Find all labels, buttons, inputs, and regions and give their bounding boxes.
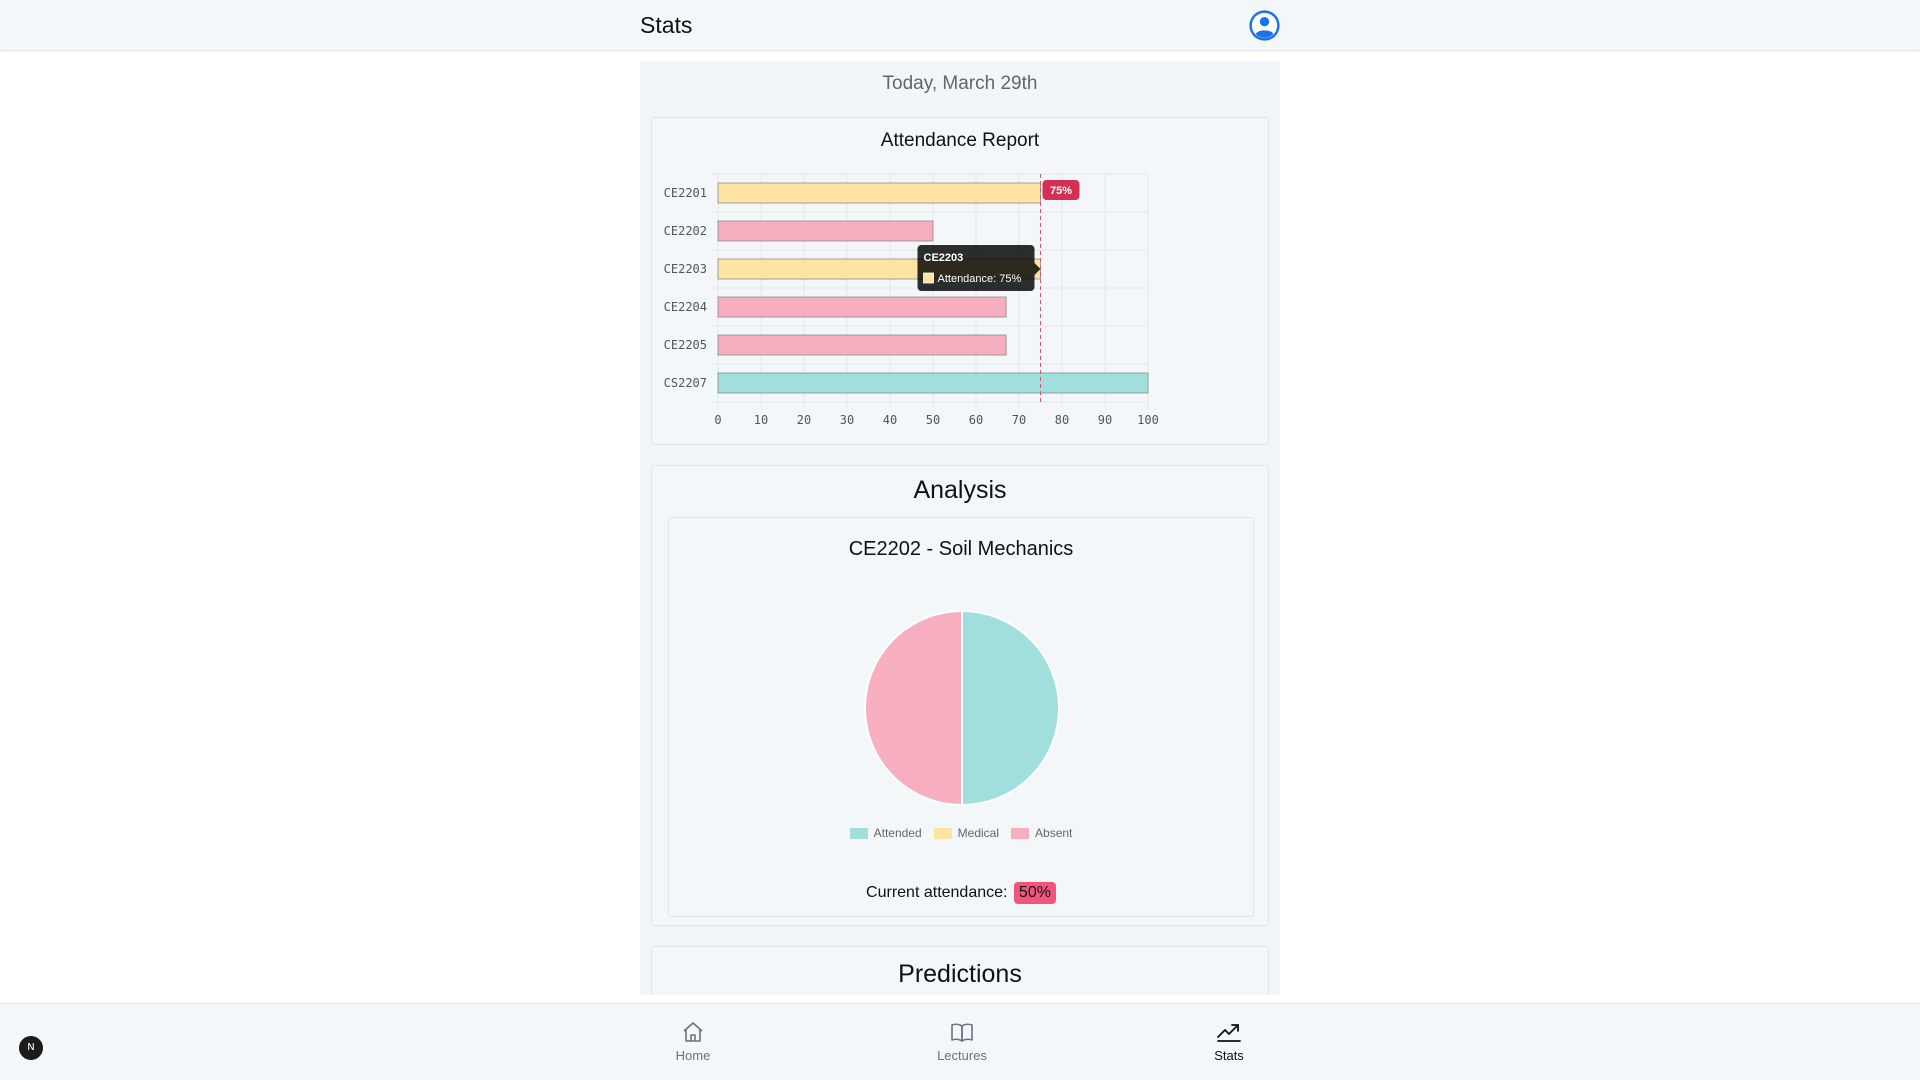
y-tick-label: CE2201 [664, 186, 707, 200]
date-label: Today, March 29th [882, 73, 1038, 94]
x-tick-label: 30 [840, 413, 854, 427]
legend-label-absent: Absent [1035, 826, 1073, 840]
bar-CS2207[interactable] [717, 372, 1149, 394]
bar-CE2204[interactable] [717, 296, 1007, 318]
y-tick-label: CE2205 [664, 338, 707, 352]
y-tick-label: CE2202 [664, 224, 707, 238]
x-tick-label: 100 [1137, 413, 1159, 427]
pie-legend: Attended Medical Absent [669, 826, 1253, 840]
y-tick-label: CE2203 [664, 262, 707, 276]
analysis-card: Analysis CE2202 - Soil Mechanics Attende… [651, 465, 1269, 926]
threshold-badge-label: 75% [1050, 185, 1072, 197]
predictions-card: Predictions [651, 946, 1269, 995]
pie-slice-attended[interactable] [961, 609, 1060, 807]
x-tick-label: 50 [926, 413, 940, 427]
nav-lectures-label: Lectures [937, 1048, 987, 1063]
y-tick-label: CE2204 [664, 300, 707, 314]
legend-item-attended[interactable]: Attended [849, 826, 922, 840]
pie-slice-absent[interactable] [864, 609, 963, 807]
bar-CE2202[interactable] [717, 220, 934, 242]
x-tick-label: 70 [1012, 413, 1026, 427]
legend-item-absent[interactable]: Absent [1011, 826, 1072, 840]
legend-label-attended: Attended [873, 826, 922, 840]
stats-content[interactable]: Today, March 29th Attendance Report 0 10 2… [640, 61, 1280, 995]
y-tick-label: CS2207 [664, 376, 707, 390]
x-tick-label: 40 [883, 413, 897, 427]
tooltip-title: CE2203 [924, 252, 964, 264]
nav-stats[interactable]: Stats [1184, 1020, 1274, 1063]
current-attendance-badge: 50% [1013, 882, 1056, 904]
x-tick-label: 60 [969, 413, 983, 427]
legend-swatch-attended [849, 827, 868, 839]
legend-label-medical: Medical [957, 826, 1000, 840]
home-icon [683, 1022, 703, 1042]
x-tick-label: 80 [1055, 413, 1069, 427]
current-attendance: Current attendance: 50% [669, 882, 1253, 904]
analysis-title: Analysis [913, 476, 1007, 504]
bar-CE2201[interactable] [717, 182, 1041, 204]
x-tick-label: 10 [754, 413, 768, 427]
dev-tools-badge[interactable]: N [19, 1036, 43, 1060]
nav-lectures[interactable]: Lectures [917, 1020, 1007, 1063]
current-attendance-label: Current attendance: [866, 884, 1008, 901]
x-tick-label: 0 [714, 413, 721, 427]
bottom-nav: Home Lectures Stats [0, 1003, 1920, 1080]
book-open-icon [951, 1023, 973, 1042]
trending-up-icon [1217, 1024, 1241, 1042]
attendance-report-card: Attendance Report 0 10 20 30 40 50 60 70 80 90 100… [651, 117, 1269, 445]
page-title: Stats [640, 12, 693, 38]
legend-swatch-absent [1011, 827, 1030, 839]
user-circle-icon[interactable] [1248, 9, 1281, 42]
tooltip-swatch [923, 272, 934, 284]
tooltip-label: Attendance: 75% [938, 273, 1022, 285]
bar-CE2205[interactable] [717, 334, 1007, 356]
nav-home-label: Home [675, 1048, 711, 1063]
attendance-pie-chart[interactable] [669, 518, 1255, 818]
x-tick-label: 90 [1098, 413, 1112, 427]
top-app-bar: Stats [0, 0, 1920, 51]
legend-swatch-medical [933, 827, 952, 839]
subject-analysis-panel: CE2202 - Soil Mechanics Attended Medical… [668, 517, 1254, 917]
bar-tooltip: CE2203 Attendance: 75% [917, 245, 1041, 291]
nav-home[interactable]: Home [648, 1020, 738, 1063]
legend-item-medical[interactable]: Medical [933, 826, 1000, 840]
x-tick-label: 20 [797, 413, 811, 427]
threshold-badge: 75% [1042, 180, 1080, 200]
nav-stats-label: Stats [1214, 1048, 1244, 1063]
predictions-title: Predictions [898, 960, 1022, 988]
attendance-bar-chart[interactable]: 0 10 20 30 40 50 60 70 80 90 100 CE2201 CE2202 CE2203… [652, 118, 1270, 446]
